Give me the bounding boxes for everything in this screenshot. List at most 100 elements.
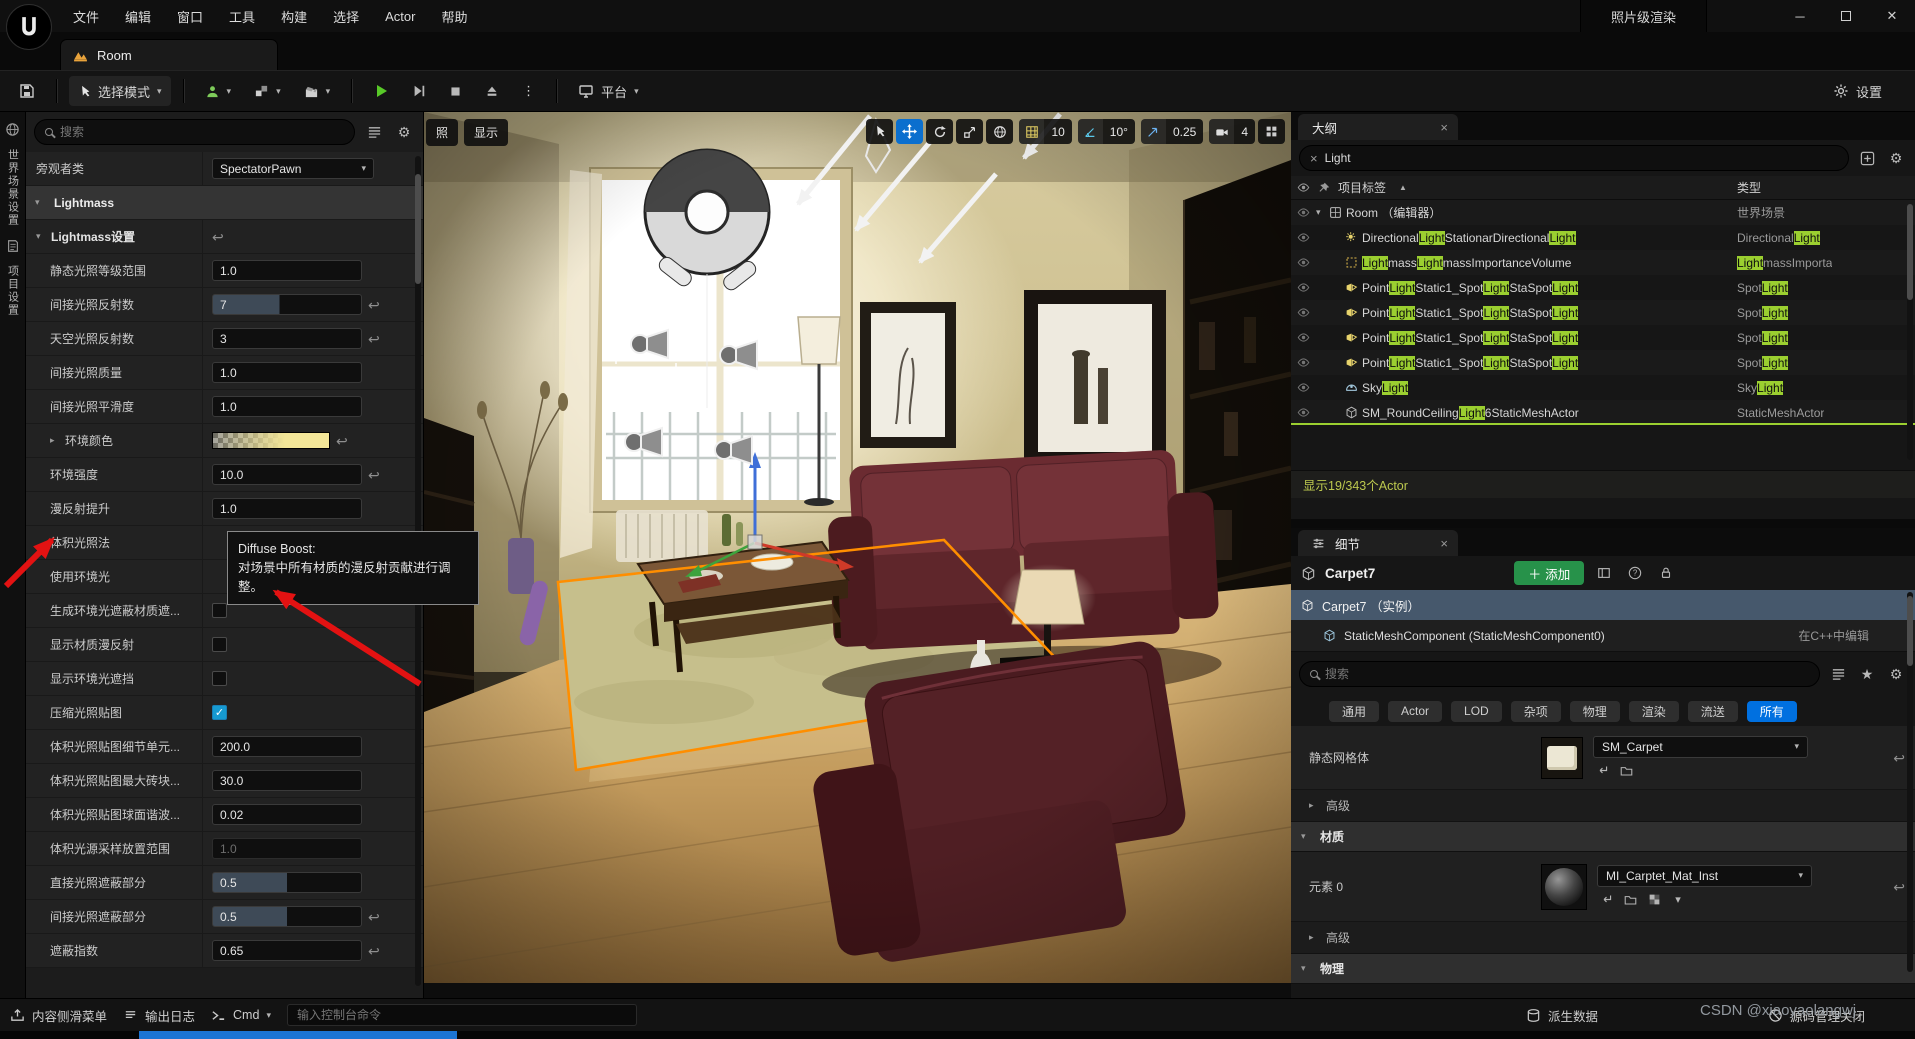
viewport-show-button[interactable]: 显示: [464, 119, 508, 146]
advanced-expander[interactable]: ▸高级: [1291, 790, 1915, 822]
pin-column-icon[interactable]: [1318, 182, 1330, 194]
output-log-button[interactable]: 输出日志: [123, 1006, 195, 1025]
sidebar-item-project-settings[interactable]: 项目设置: [5, 265, 21, 317]
world-settings-icon[interactable]: [5, 122, 20, 137]
visibility-eye-icon[interactable]: [1297, 281, 1310, 294]
project-settings-icon[interactable]: [6, 239, 20, 253]
type-column-header[interactable]: 类型: [1737, 179, 1761, 196]
reset-to-default-icon[interactable]: ↩: [368, 910, 380, 924]
stop-button[interactable]: [440, 76, 471, 106]
minimize-button[interactable]: ─: [1777, 0, 1823, 32]
console-input[interactable]: [287, 1004, 637, 1026]
property-input[interactable]: 1.0: [212, 838, 362, 859]
outliner-row[interactable]: LightmassLightmassImportanceVolumeLightm…: [1291, 250, 1915, 275]
outliner-scrollbar[interactable]: [1907, 204, 1913, 460]
play-button[interactable]: [364, 76, 398, 106]
close-icon[interactable]: ×: [1440, 120, 1448, 135]
filter-chip-LOD[interactable]: LOD: [1451, 701, 1502, 722]
details-searchbox[interactable]: [1299, 661, 1820, 687]
lock-icon[interactable]: [1655, 562, 1677, 584]
help-icon[interactable]: ?: [1624, 562, 1646, 584]
filter-chip-杂项[interactable]: 杂项: [1511, 701, 1561, 722]
photo-render-button[interactable]: 照片级渲染: [1580, 0, 1707, 32]
derived-data-button[interactable]: 派生数据: [1526, 1006, 1598, 1025]
outliner-row[interactable]: ▾Room （编辑器）世界场景: [1291, 200, 1915, 225]
display-filter-icon[interactable]: [363, 121, 385, 143]
property-checkbox[interactable]: [212, 603, 227, 618]
display-filter-icon[interactable]: [1827, 663, 1849, 685]
save-button[interactable]: [10, 76, 44, 106]
materials-section-header[interactable]: ▾材质: [1291, 822, 1915, 852]
physics-section-header[interactable]: ▾物理: [1291, 954, 1915, 984]
use-selected-asset-icon[interactable]: [1597, 891, 1615, 909]
clear-search-icon[interactable]: ×: [1310, 151, 1318, 166]
visibility-eye-icon[interactable]: [1297, 306, 1310, 319]
cinematics-dropdown[interactable]: ▾: [295, 76, 340, 106]
menu-item-选择[interactable]: 选择: [320, 0, 372, 32]
property-dropdown[interactable]: SpectatorPawn▾: [212, 158, 374, 179]
use-selected-asset-icon[interactable]: [1593, 762, 1611, 780]
details-search-input[interactable]: [1325, 667, 1809, 681]
outliner-row[interactable]: PointLightStatic1_SpotLightStaSpotLightS…: [1291, 350, 1915, 375]
property-slider[interactable]: 7: [212, 294, 362, 315]
filter-chip-通用[interactable]: 通用: [1329, 701, 1379, 722]
property-checkbox[interactable]: ✓: [212, 705, 227, 720]
add-blueprint-dropdown[interactable]: ▾: [196, 76, 241, 106]
filter-chip-渲染[interactable]: 渲染: [1629, 701, 1679, 722]
scale-tool-button[interactable]: [956, 119, 983, 144]
panel-divider[interactable]: [1291, 519, 1915, 528]
rotate-tool-button[interactable]: [926, 119, 953, 144]
property-input[interactable]: 1.0: [212, 396, 362, 417]
property-input[interactable]: 0.65: [212, 940, 362, 961]
sidebar-item-world-settings[interactable]: 世界场景设置: [5, 149, 21, 227]
expose-panel-icon[interactable]: [1593, 562, 1615, 584]
filter-chip-物理[interactable]: 物理: [1570, 701, 1620, 722]
world-coordinate-button[interactable]: [986, 119, 1013, 144]
reset-to-default-icon[interactable]: ↩: [368, 468, 380, 482]
property-slider[interactable]: 0.5: [212, 872, 362, 893]
outliner-row[interactable]: SkyLightSkyLight: [1291, 375, 1915, 400]
outliner-search-input[interactable]: [1325, 151, 1838, 165]
reset-to-default-icon[interactable]: ↩: [336, 434, 348, 448]
details-settings-icon[interactable]: ⚙: [1885, 663, 1907, 685]
reset-to-default-icon[interactable]: ↩: [1893, 751, 1905, 765]
expander-caret-icon[interactable]: ▸: [50, 435, 61, 446]
viewport-canvas[interactable]: [424, 112, 1291, 983]
tab-details[interactable]: 细节 ×: [1298, 530, 1458, 556]
static-mesh-dropdown[interactable]: SM_Carpet▾: [1593, 736, 1808, 758]
unreal-logo[interactable]: [6, 4, 52, 50]
play-options-kebab[interactable]: ⋮: [513, 76, 544, 106]
item-label-column-header[interactable]: 项目标签: [1338, 179, 1386, 196]
property-input[interactable]: 1.0: [212, 498, 362, 519]
menu-item-编辑[interactable]: 编辑: [112, 0, 164, 32]
menu-item-Actor[interactable]: Actor: [372, 0, 428, 32]
filter-chip-流送[interactable]: 流送: [1688, 701, 1738, 722]
material-dropdown[interactable]: MI_Carptet_Mat_Inst▾: [1597, 865, 1812, 887]
property-input[interactable]: 1.0: [212, 362, 362, 383]
property-checkbox[interactable]: [212, 637, 227, 652]
property-input[interactable]: 0.02: [212, 804, 362, 825]
create-actor-icon[interactable]: [1856, 147, 1878, 169]
menu-item-文件[interactable]: 文件: [60, 0, 112, 32]
visibility-eye-icon[interactable]: [1297, 331, 1310, 344]
color-swatch[interactable]: [212, 432, 330, 449]
frame-skip-button[interactable]: [403, 76, 435, 106]
property-slider[interactable]: 0.5: [212, 906, 362, 927]
visibility-eye-icon[interactable]: [1297, 406, 1310, 419]
menu-item-工具[interactable]: 工具: [216, 0, 268, 32]
property-input[interactable]: 3: [212, 328, 362, 349]
settings-button[interactable]: 设置: [1824, 76, 1891, 106]
menu-item-构建[interactable]: 构建: [268, 0, 320, 32]
material-thumbnail[interactable]: [1541, 864, 1587, 910]
expander-caret-icon[interactable]: ▾: [1316, 207, 1329, 218]
visibility-eye-icon[interactable]: [1297, 206, 1310, 219]
cmd-dropdown[interactable]: Cmd▾: [211, 1008, 271, 1023]
outliner-row[interactable]: DirectionalLightStationarDirectionalLigh…: [1291, 225, 1915, 250]
visibility-eye-icon[interactable]: [1297, 381, 1310, 394]
outliner-row[interactable]: SM_RoundCeilingLight6StaticMeshActorStat…: [1291, 400, 1915, 425]
static-mesh-component-row[interactable]: StaticMeshComponent (StaticMeshComponent…: [1291, 620, 1915, 652]
outliner-row[interactable]: PointLightStatic1_SpotLightStaSpotLightS…: [1291, 275, 1915, 300]
viewport-lit-button[interactable]: 照: [426, 119, 458, 146]
browse-to-asset-icon[interactable]: [1621, 891, 1639, 909]
visibility-eye-icon[interactable]: [1297, 356, 1310, 369]
